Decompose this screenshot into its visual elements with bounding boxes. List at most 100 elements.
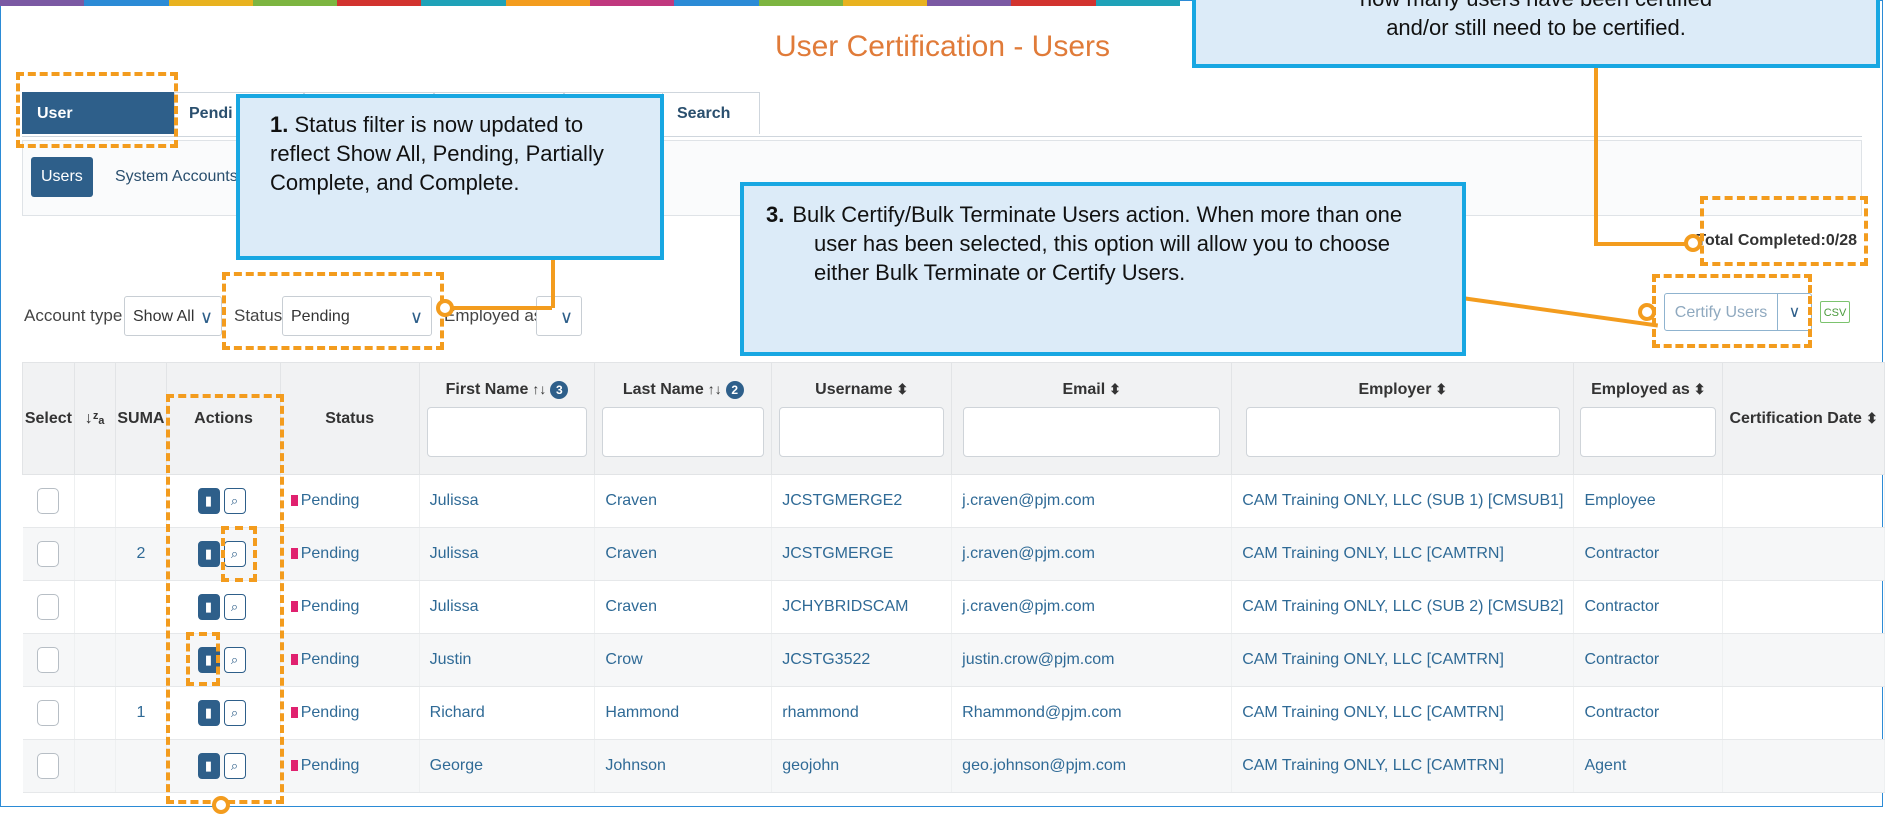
email-cell: j.craven@pjm.com [951, 474, 1233, 528]
employer-cell: CAM Training ONLY, LLC [CAMTRN] [1231, 739, 1575, 793]
sort-cell [74, 633, 116, 687]
username-cell[interactable]: geojohn [771, 739, 953, 793]
sort-order-badge: 3 [550, 380, 569, 399]
highlight-actions-column [166, 394, 284, 804]
row-checkbox[interactable] [37, 488, 60, 514]
color-strip-segment [505, 0, 590, 6]
table-row[interactable]: ▮ ⌕ Pending Julissa Craven JCHYBRIDSCAM j… [22, 580, 1885, 634]
sort-icon[interactable]: ⬍ [1866, 410, 1878, 426]
highlight-certify-icon [186, 632, 220, 686]
col-email[interactable]: Email ⬍ [951, 362, 1233, 475]
username-cell[interactable]: JCSTG3522 [771, 633, 953, 687]
first-name-filter-input[interactable] [426, 406, 588, 457]
col-username[interactable]: Username ⬍ [771, 362, 953, 475]
status-text: Pending [300, 545, 360, 562]
table-row[interactable]: ▮ ⌕ Pending Justin Crow JCSTG3522 justin.… [22, 633, 1885, 687]
row-checkbox[interactable] [37, 594, 60, 620]
col-employed-as[interactable]: Employed as ⬍ [1573, 362, 1724, 475]
chevron-down-icon: ∨ [559, 307, 573, 327]
account-type-select[interactable]: Show All ∨ [124, 296, 222, 336]
col-certification-date[interactable]: Certification Date ⬍ [1722, 362, 1885, 475]
color-strip-segment [84, 0, 169, 6]
table-row[interactable]: ▮ ⌕ Pending George Johnson geojohn geo.jo… [22, 739, 1885, 793]
username-filter-input[interactable] [779, 406, 944, 457]
status-indicator-icon [290, 760, 298, 772]
status-indicator-icon [290, 707, 298, 719]
employed-as-select[interactable]: ∨ [536, 296, 582, 336]
suma-cell: 2 [115, 527, 168, 581]
row-checkbox[interactable] [37, 700, 60, 726]
employer-cell: CAM Training ONLY, LLC [CAMTRN] [1231, 686, 1575, 740]
table-row[interactable]: 1 ▮ ⌕ Pending Richard Hammond rhammond Rh… [22, 686, 1885, 740]
sort-icon[interactable]: ⬍ [1694, 381, 1706, 397]
sort-asc-icon[interactable]: ↑↓ [708, 381, 722, 397]
status-text: Pending [300, 704, 360, 721]
connector-2 [1594, 60, 1598, 246]
connector-dot [1684, 234, 1702, 252]
last-name-filter-input[interactable] [602, 406, 765, 457]
csv-export-button[interactable]: CSV [1820, 301, 1850, 323]
username-cell[interactable]: JCSTGMERGE2 [771, 474, 953, 528]
table-row[interactable]: 2 ▮ ⌕ Pending Julissa Craven JCSTGMERGE j… [22, 527, 1885, 581]
color-strip-segment [421, 0, 506, 6]
select-cell [22, 633, 75, 687]
suma-cell [115, 633, 168, 687]
suma-cell [115, 739, 168, 793]
color-strip-segment [168, 0, 253, 6]
sort-asc-icon[interactable]: ↑↓ [532, 381, 546, 397]
sort-cell [74, 739, 116, 793]
col-last-name[interactable]: Last Name ↑↓ 2 [594, 362, 773, 475]
sort-icon[interactable]: ⬍ [1435, 381, 1447, 397]
row-checkbox[interactable] [37, 647, 60, 673]
certification-date-cell [1722, 580, 1885, 634]
employed-as-cell: Agent [1573, 739, 1724, 793]
row-checkbox[interactable] [37, 541, 60, 567]
employer-filter-input[interactable] [1245, 406, 1560, 457]
col-suma[interactable]: SUMA [114, 362, 168, 475]
col-employer[interactable]: Employer ⬍ [1231, 362, 1575, 475]
status-text: Pending [300, 598, 360, 615]
col-select: Select [22, 362, 75, 475]
color-strip-segment [927, 0, 1012, 6]
status-cell: Pending [280, 633, 420, 687]
last-name-cell: Craven [594, 527, 773, 581]
username-cell[interactable]: rhammond [771, 686, 953, 740]
row-checkbox[interactable] [37, 753, 60, 779]
tab-search[interactable]: Search [662, 92, 760, 134]
employer-cell: CAM Training ONLY, LLC (SUB 1) [CMSUB1] [1231, 474, 1575, 528]
first-name-cell: Julissa [419, 527, 596, 581]
employed-as-cell: Employee [1573, 474, 1724, 528]
last-name-cell: Craven [594, 474, 773, 528]
certification-date-cell [1722, 527, 1885, 581]
first-name-cell: George [419, 739, 596, 793]
highlight-total-completed [1700, 196, 1868, 266]
highlight-user-certification-tab [16, 72, 178, 148]
email-cell: geo.johnson@pjm.com [951, 739, 1233, 793]
first-name-cell: Julissa [419, 474, 596, 528]
email-cell: j.craven@pjm.com [951, 580, 1233, 634]
callout-text: Bulk Certify/Bulk Terminate Users action… [792, 202, 1403, 285]
sort-icon[interactable]: ⬍ [1109, 381, 1121, 397]
select-cell [22, 580, 75, 634]
sort-icon[interactable]: ↓ᶻₐ [73, 362, 116, 475]
subtab-users[interactable]: Users [31, 157, 93, 197]
email-filter-input[interactable] [963, 406, 1221, 457]
account-type-label: Account type [24, 306, 123, 325]
status-indicator-icon [290, 548, 298, 560]
username-cell[interactable]: JCHYBRIDSCAM [771, 580, 953, 634]
callout-total-completed: how many users have been certified and/o… [1192, 0, 1880, 68]
first-name-cell: Richard [419, 686, 596, 740]
employed-as-filter-input[interactable] [1580, 406, 1717, 457]
last-name-cell: Crow [594, 633, 773, 687]
callout-text: how many users have been certified [1196, 0, 1876, 13]
col-first-name[interactable]: First Name ↑↓ 3 [418, 362, 596, 475]
username-cell[interactable]: JCSTGMERGE [771, 527, 953, 581]
email-cell: j.craven@pjm.com [951, 527, 1233, 581]
subtab-system-accounts[interactable]: System Accounts [105, 157, 248, 197]
email-cell: justin.crow@pjm.com [951, 633, 1233, 687]
sort-icon[interactable]: ⬍ [897, 381, 909, 397]
table-row[interactable]: ▮ ⌕ Pending Julissa Craven JCSTGMERGE2 j.… [22, 474, 1885, 528]
color-strip-segment [674, 0, 759, 6]
color-strip-segment [337, 0, 422, 6]
employed-as-cell: Contractor [1573, 580, 1724, 634]
